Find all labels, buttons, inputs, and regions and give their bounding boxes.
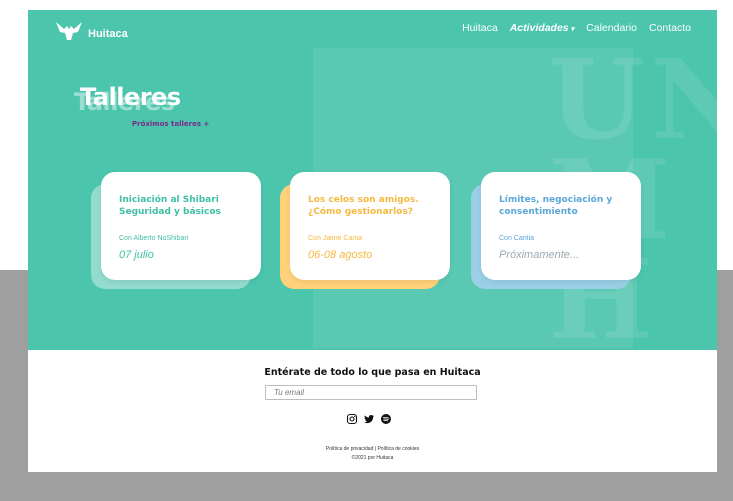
card-date: 07 julio [119, 249, 154, 261]
card-title: Iniciación al Shibari Seguridad y básico… [119, 195, 221, 217]
nav-item-contacto[interactable]: Contacto [649, 22, 691, 34]
legal-separator: | [374, 446, 377, 452]
copyright-text: ©2021 por Huitaca [351, 455, 394, 461]
website: UN M H Huitaca Huitaca Actividades▾ Cale… [28, 10, 717, 472]
card-date: 06-08 agosto [308, 249, 373, 261]
logo[interactable]: Huitaca [54, 20, 128, 42]
social-links [346, 413, 392, 425]
workshop-card[interactable]: Límites, negociación y consentimiento Co… [471, 172, 646, 292]
main-nav: Huitaca Actividades ▾ Calendario Contacto [462, 22, 691, 34]
workshop-card[interactable]: Iniciación al Shibari Seguridad y básico… [91, 172, 266, 292]
card-date: Próximamente... [499, 249, 580, 261]
card-body: Los celos son amigos. ¿Cómo gestionarlos… [290, 172, 450, 280]
nav-item-calendario[interactable]: Calendario [586, 22, 637, 34]
newsletter-title: Entérate de todo lo que pasa en Huitaca [264, 367, 481, 378]
nav-item-actividades-label: Actividades [509, 22, 569, 34]
cookies-policy-link[interactable]: Política de cookies [377, 446, 419, 452]
card-body: Iniciación al Shibari Seguridad y básico… [101, 172, 261, 280]
twitter-icon[interactable] [363, 413, 375, 425]
card-title: Límites, negociación y consentimiento [499, 195, 613, 217]
privacy-policy-link[interactable]: Política de privacidad [326, 446, 374, 452]
card-author: Con Jaime Cama [308, 235, 363, 242]
logo-text: Huitaca [88, 28, 128, 40]
chevron-down-icon: ▾ [570, 26, 575, 33]
card-title: Los celos son amigos. ¿Cómo gestionarlos… [308, 195, 419, 217]
hero-section: UN M H Huitaca Huitaca Actividades▾ Cale… [28, 10, 717, 350]
nav-item-huitaca[interactable]: Huitaca [462, 22, 498, 34]
nav-item-actividades[interactable]: Actividades ▾ [510, 22, 574, 34]
instagram-icon[interactable] [346, 413, 358, 425]
card-body: Límites, negociación y consentimiento Co… [481, 172, 641, 280]
upcoming-workshops-link[interactable]: Próximos talleres + [132, 120, 209, 128]
bird-logo-icon [56, 22, 82, 40]
legal-links: Política de privacidad | Política de coo… [28, 445, 717, 463]
footer: Entérate de todo lo que pasa en Huitaca … [28, 350, 717, 472]
card-author: Con Alberto NoShibari [119, 235, 189, 242]
spotify-icon[interactable] [380, 413, 392, 425]
card-author: Con Caritia [499, 235, 535, 242]
page-title: Talleres [80, 83, 181, 111]
workshop-card[interactable]: Los celos son amigos. ¿Cómo gestionarlos… [280, 172, 455, 292]
email-field[interactable] [265, 385, 477, 400]
